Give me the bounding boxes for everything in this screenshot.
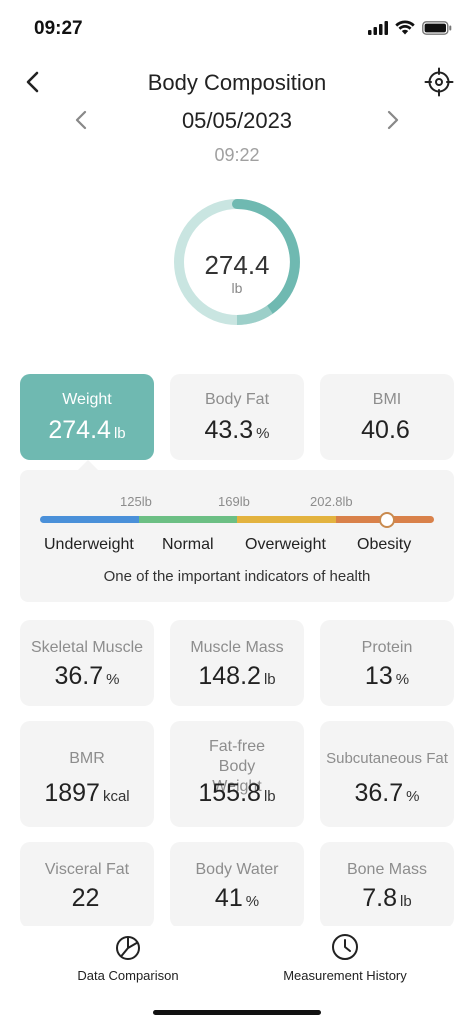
clock-icon <box>332 934 358 960</box>
page-title: Body Composition <box>147 70 327 95</box>
metric-label: Muscle Mass <box>190 639 284 656</box>
metric-unit: lb <box>263 788 276 805</box>
metric-unit: lb <box>113 425 126 442</box>
metric-label: Weight <box>62 391 112 408</box>
range-tick-label: 202.8lb <box>310 494 353 509</box>
metric-label: Body Water <box>195 861 279 878</box>
metric-unit: lb <box>263 671 276 688</box>
metric-label: BMI <box>372 391 402 408</box>
data-comparison-label: Data Comparison <box>77 968 179 983</box>
metric-label: Visceral Fat <box>44 861 130 878</box>
metric-card-visceral-fat[interactable]: Visceral Fat 22 <box>20 842 154 928</box>
metric-unit: % <box>395 671 410 688</box>
range-segment-normal <box>138 516 237 523</box>
metric-value: 13 <box>364 662 393 690</box>
range-category-label: Normal <box>162 536 214 553</box>
metric-unit: % <box>256 425 270 442</box>
metric-label: Skeletal Muscle <box>30 639 144 656</box>
metric-card-bmr[interactable]: BMR 1897 kcal <box>20 721 154 827</box>
range-category-label: Underweight <box>44 536 134 553</box>
gauge-unit: lb <box>231 280 243 296</box>
metric-card-body-water[interactable]: Body Water 41% <box>170 842 304 928</box>
metric-value: 274.4 <box>48 416 111 444</box>
metric-unit: kcal <box>102 788 130 805</box>
metric-value: 22 <box>71 884 100 912</box>
range-category-label: Obesity <box>357 536 412 553</box>
status-bar: 09:27 <box>0 0 474 56</box>
measurement-history-button[interactable]: Measurement History <box>265 932 425 992</box>
panel-pointer <box>78 460 98 470</box>
range-marker <box>378 512 395 528</box>
metric-value: 41 <box>214 884 243 912</box>
metric-value: 43.3 <box>204 416 254 444</box>
nav-bar: Body Composition <box>0 62 474 106</box>
range-tick-label: 169lb <box>218 494 250 509</box>
data-comparison-button[interactable]: Data Comparison <box>48 932 208 992</box>
metric-card-weight[interactable]: Weight 274.4 lb <box>20 374 154 460</box>
metric-value: 1897 <box>44 779 100 807</box>
metric-label: Body Fat <box>204 391 270 408</box>
metric-unit: lb <box>400 893 412 910</box>
next-date-icon[interactable] <box>380 108 404 132</box>
metric-label: BMR <box>69 750 105 767</box>
metric-label: Protein <box>361 639 413 656</box>
date-selector: 05/05/2023 <box>0 104 474 138</box>
target-icon[interactable] <box>424 67 454 97</box>
metric-card-subcutaneous-fat[interactable]: Subcutaneous Fat 36.7% <box>320 721 454 827</box>
range-note: One of the important indicators of healt… <box>103 568 371 585</box>
range-category-label: Overweight <box>245 536 326 553</box>
metric-value: 148.2 <box>198 662 261 690</box>
metric-card-skeletal-muscle[interactable]: Skeletal Muscle 36.7% <box>20 620 154 706</box>
range-segment-underweight <box>40 516 139 523</box>
pie-chart-icon <box>116 936 140 960</box>
metric-card-bmi[interactable]: BMI 40.6 <box>320 374 454 460</box>
metric-unit: % <box>406 788 420 805</box>
metric-value: 36.7 <box>354 779 404 807</box>
range-bar <box>40 516 434 523</box>
metric-card-body-fat[interactable]: Body Fat 43.3% <box>170 374 304 460</box>
metric-unit: % <box>245 893 260 910</box>
measurement-time: 09:22 <box>214 145 260 165</box>
metric-value: 40.6 <box>361 416 410 444</box>
weight-range-panel: 125lb 169lb 202.8lb Underweight Normal O… <box>20 470 454 602</box>
status-time: 09:27 <box>34 18 83 39</box>
metric-label: Bone Mass <box>346 861 428 878</box>
home-indicator <box>153 1010 321 1015</box>
metric-value: 155.8 <box>198 779 261 807</box>
metric-value: 7.8 <box>362 884 398 912</box>
range-segment-overweight <box>237 516 336 523</box>
metric-card-bone-mass[interactable]: Bone Mass 7.8 lb <box>320 842 454 928</box>
metric-unit: % <box>106 671 120 688</box>
gauge-value: 274.4 <box>204 250 270 280</box>
range-tick-label: 125lb <box>120 494 152 509</box>
metric-card-protein[interactable]: Protein 13% <box>320 620 454 706</box>
battery-icon <box>422 20 452 35</box>
metric-card-muscle-mass[interactable]: Muscle Mass 148.2 lb <box>170 620 304 706</box>
metric-label: Subcutaneous Fat <box>326 750 448 767</box>
status-icons <box>368 20 452 35</box>
metric-card-fat-free-body-weight[interactable]: Fat-free Body Weight 155.8 lb <box>170 721 304 827</box>
metric-value: 36.7 <box>54 662 104 690</box>
signal-icon <box>368 20 388 35</box>
measurement-history-label: Measurement History <box>283 968 407 983</box>
wifi-icon <box>395 20 415 35</box>
